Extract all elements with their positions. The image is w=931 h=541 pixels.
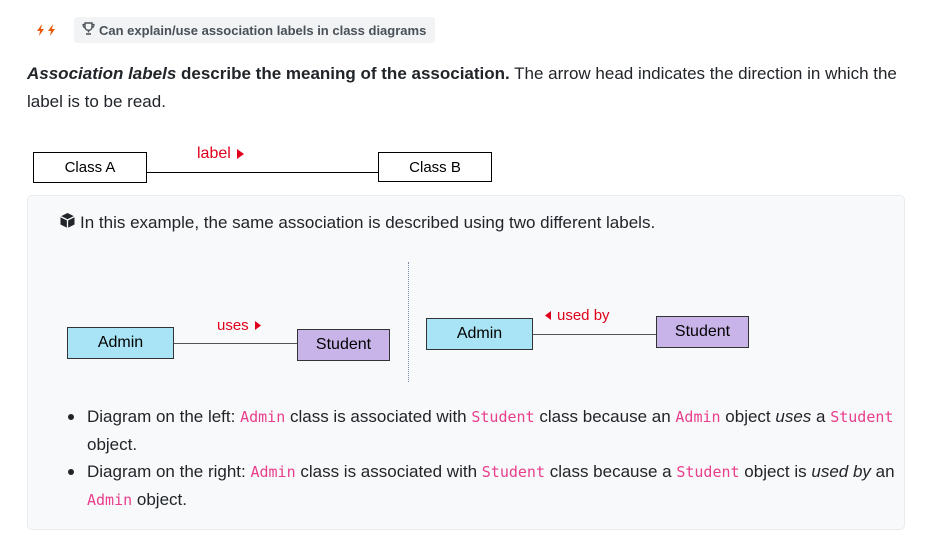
association-line <box>147 172 378 173</box>
inline-code: Student <box>676 463 740 481</box>
learning-outcome-badge: Can explain/use association labels in cl… <box>74 17 436 43</box>
arrow-left-icon <box>545 311 551 320</box>
right-admin-box: Admin <box>426 318 533 350</box>
right-student-box: Student <box>656 316 749 348</box>
class-a-box: Class A <box>33 152 147 183</box>
class-a-name: Class A <box>64 159 116 176</box>
inline-code: Admin <box>250 463 296 481</box>
inline-code: Student <box>481 463 545 481</box>
emphasis: uses <box>775 407 812 426</box>
intro-bold: describe the meaning of the association. <box>176 64 510 83</box>
bolts <box>36 24 56 36</box>
text: Diagram on the right: <box>87 462 251 481</box>
lightning-bolt-icon <box>36 24 45 36</box>
left-student-box: Student <box>297 329 390 361</box>
inline-code: Student <box>830 408 894 426</box>
text: object. <box>87 435 138 454</box>
intro-paragraph: Association labels describe the meaning … <box>27 60 912 116</box>
lightning-bolt-icon <box>47 24 56 36</box>
right-association-label: used by <box>545 307 610 324</box>
dotted-divider <box>408 262 409 382</box>
text: an <box>870 462 895 481</box>
text: a <box>811 407 831 426</box>
text: Diagram on the left: <box>87 407 241 426</box>
class-b-name: Class B <box>409 158 461 176</box>
left-label-text: uses <box>217 317 249 334</box>
page: Can explain/use association labels in cl… <box>0 0 931 541</box>
arrow-right-icon <box>254 321 261 330</box>
text: object <box>720 407 776 426</box>
intro-term: Association labels <box>27 64 177 83</box>
left-student-name: Student <box>315 336 372 353</box>
badge-text: Can explain/use association labels in cl… <box>99 22 427 38</box>
text: class is associated with <box>285 407 472 426</box>
trophy-icon <box>82 22 99 38</box>
text: class because an <box>534 407 676 426</box>
right-association-line <box>533 334 656 335</box>
right-student-name: Student <box>674 323 731 340</box>
right-label-text: used by <box>557 307 610 324</box>
badge-row: Can explain/use association labels in cl… <box>27 17 436 43</box>
emphasis: used by <box>811 462 871 481</box>
association-label-text: label <box>197 145 231 162</box>
association-label: label <box>197 145 244 163</box>
left-association-label: uses <box>217 317 261 334</box>
inline-code: Student <box>471 408 535 426</box>
left-association-line <box>174 343 297 344</box>
text: object is <box>739 462 812 481</box>
example-heading: In this example, the same association is… <box>59 212 655 234</box>
text: class because a <box>544 462 677 481</box>
inline-code: Admin <box>240 408 286 426</box>
example-heading-text: In this example, the same association is… <box>80 213 656 232</box>
inline-code: Admin <box>675 408 721 426</box>
list-item: Diagram on the left: Admin class is asso… <box>65 403 895 458</box>
inline-code: Admin <box>87 491 133 509</box>
class-b-box: Class B <box>378 152 492 182</box>
right-admin-name: Admin <box>456 325 503 342</box>
list-item: Diagram on the right: Admin class is ass… <box>65 458 895 514</box>
example-panel: In this example, the same association is… <box>27 195 905 530</box>
explanation-list: Diagram on the left: Admin class is asso… <box>65 403 895 514</box>
arrow-right-icon <box>236 149 244 159</box>
text: object. <box>132 490 187 509</box>
left-admin-name: Admin <box>97 334 144 351</box>
box-icon <box>59 212 80 234</box>
left-admin-box: Admin <box>67 327 174 359</box>
text: class is associated with <box>295 462 482 481</box>
